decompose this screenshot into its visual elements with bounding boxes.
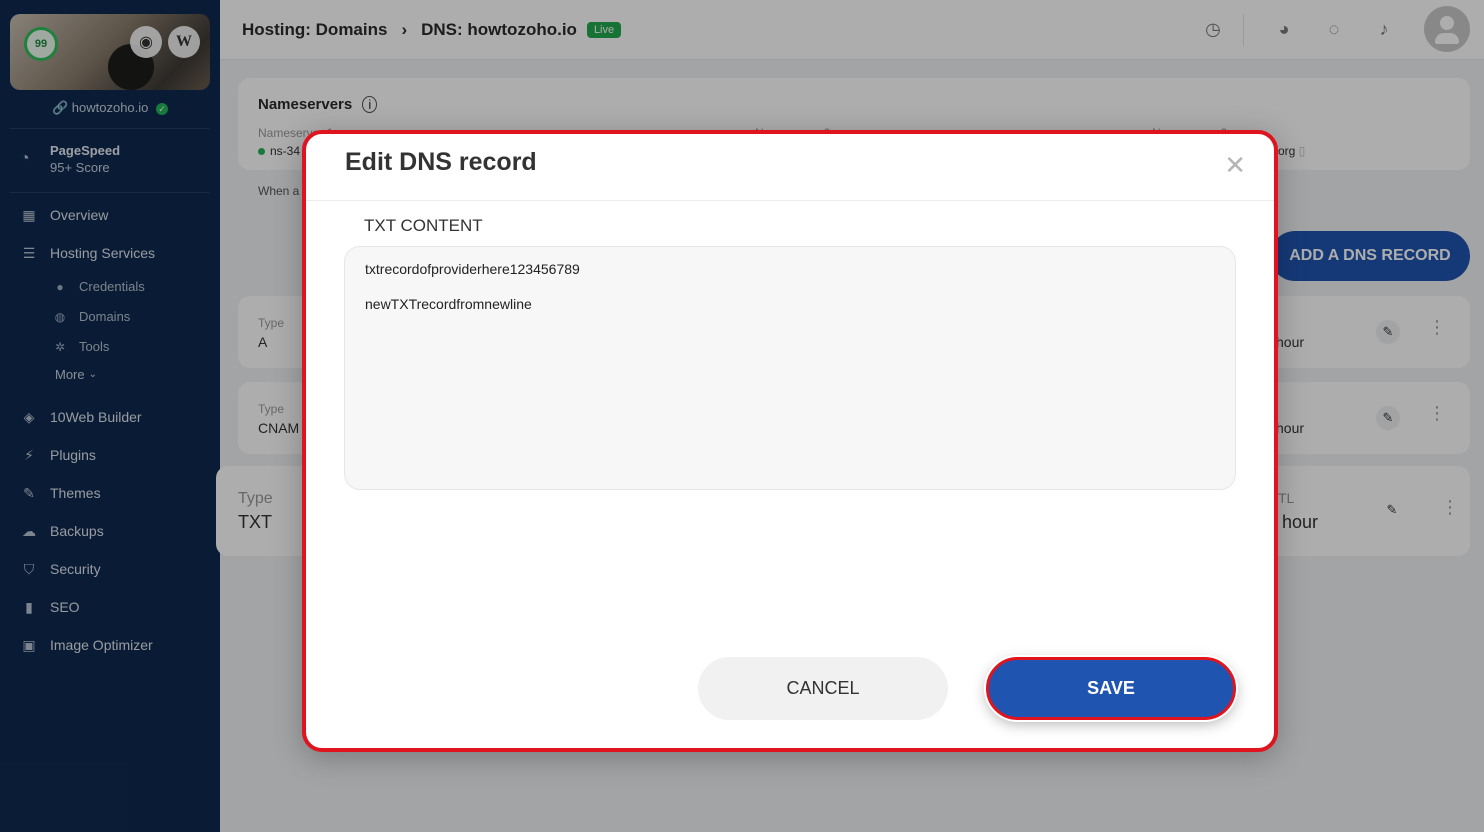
- modal-divider: [306, 200, 1274, 201]
- txt-content-textarea[interactable]: txtrecordofproviderhere123456789 newTXTr…: [344, 246, 1236, 490]
- cancel-button[interactable]: CANCEL: [698, 657, 948, 720]
- txt-line: newTXTrecordfromnewline: [365, 296, 532, 312]
- txt-content-label: TXT CONTENT: [364, 216, 483, 235]
- txt-line: txtrecordofproviderhere123456789: [365, 261, 580, 277]
- close-icon[interactable]: ✕: [1224, 150, 1246, 181]
- modal-title: Edit DNS record: [345, 148, 537, 176]
- edit-dns-record-modal: Edit DNS record ✕ TXT CONTENT txtrecordo…: [302, 130, 1278, 752]
- save-button[interactable]: SAVE: [986, 657, 1236, 720]
